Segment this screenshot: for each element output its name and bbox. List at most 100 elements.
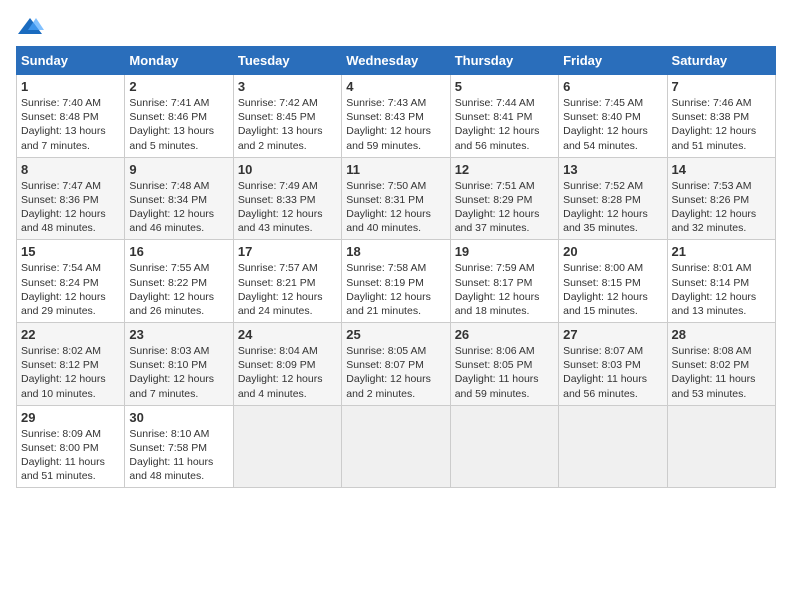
cell-info: Sunrise: 7:46 AMSunset: 8:38 PMDaylight:… — [672, 97, 757, 152]
day-number: 26 — [455, 327, 554, 342]
col-header-thursday: Thursday — [450, 47, 558, 75]
calendar-cell: 11 Sunrise: 7:50 AMSunset: 8:31 PMDaylig… — [342, 157, 450, 240]
day-number: 17 — [238, 244, 337, 259]
day-number: 16 — [129, 244, 228, 259]
cell-info: Sunrise: 7:40 AMSunset: 8:48 PMDaylight:… — [21, 97, 106, 152]
cell-info: Sunrise: 8:08 AMSunset: 8:02 PMDaylight:… — [672, 345, 756, 400]
calendar-cell — [342, 405, 450, 488]
cell-info: Sunrise: 7:57 AMSunset: 8:21 PMDaylight:… — [238, 262, 323, 317]
day-number: 22 — [21, 327, 120, 342]
cell-info: Sunrise: 7:50 AMSunset: 8:31 PMDaylight:… — [346, 180, 431, 235]
day-number: 11 — [346, 162, 445, 177]
day-number: 10 — [238, 162, 337, 177]
cell-info: Sunrise: 7:44 AMSunset: 8:41 PMDaylight:… — [455, 97, 540, 152]
calendar-week-4: 22 Sunrise: 8:02 AMSunset: 8:12 PMDaylig… — [17, 323, 776, 406]
cell-info: Sunrise: 7:49 AMSunset: 8:33 PMDaylight:… — [238, 180, 323, 235]
cell-info: Sunrise: 8:09 AMSunset: 8:00 PMDaylight:… — [21, 428, 105, 483]
day-number: 15 — [21, 244, 120, 259]
day-number: 18 — [346, 244, 445, 259]
cell-info: Sunrise: 8:07 AMSunset: 8:03 PMDaylight:… — [563, 345, 647, 400]
cell-info: Sunrise: 8:06 AMSunset: 8:05 PMDaylight:… — [455, 345, 539, 400]
day-number: 14 — [672, 162, 771, 177]
calendar-cell: 26 Sunrise: 8:06 AMSunset: 8:05 PMDaylig… — [450, 323, 558, 406]
calendar-cell: 4 Sunrise: 7:43 AMSunset: 8:43 PMDayligh… — [342, 75, 450, 158]
col-header-friday: Friday — [559, 47, 667, 75]
day-number: 7 — [672, 79, 771, 94]
day-number: 20 — [563, 244, 662, 259]
calendar-week-1: 1 Sunrise: 7:40 AMSunset: 8:48 PMDayligh… — [17, 75, 776, 158]
calendar-cell: 2 Sunrise: 7:41 AMSunset: 8:46 PMDayligh… — [125, 75, 233, 158]
calendar-cell: 18 Sunrise: 7:58 AMSunset: 8:19 PMDaylig… — [342, 240, 450, 323]
day-number: 19 — [455, 244, 554, 259]
col-header-monday: Monday — [125, 47, 233, 75]
cell-info: Sunrise: 8:10 AMSunset: 7:58 PMDaylight:… — [129, 428, 213, 483]
cell-info: Sunrise: 7:48 AMSunset: 8:34 PMDaylight:… — [129, 180, 214, 235]
calendar-cell: 27 Sunrise: 8:07 AMSunset: 8:03 PMDaylig… — [559, 323, 667, 406]
calendar-cell: 1 Sunrise: 7:40 AMSunset: 8:48 PMDayligh… — [17, 75, 125, 158]
day-number: 5 — [455, 79, 554, 94]
cell-info: Sunrise: 8:05 AMSunset: 8:07 PMDaylight:… — [346, 345, 431, 400]
calendar-week-5: 29 Sunrise: 8:09 AMSunset: 8:00 PMDaylig… — [17, 405, 776, 488]
col-header-wednesday: Wednesday — [342, 47, 450, 75]
calendar-cell: 10 Sunrise: 7:49 AMSunset: 8:33 PMDaylig… — [233, 157, 341, 240]
calendar-cell: 19 Sunrise: 7:59 AMSunset: 8:17 PMDaylig… — [450, 240, 558, 323]
calendar-cell — [450, 405, 558, 488]
cell-info: Sunrise: 7:53 AMSunset: 8:26 PMDaylight:… — [672, 180, 757, 235]
logo-icon — [16, 16, 44, 38]
cell-info: Sunrise: 7:47 AMSunset: 8:36 PMDaylight:… — [21, 180, 106, 235]
calendar-week-3: 15 Sunrise: 7:54 AMSunset: 8:24 PMDaylig… — [17, 240, 776, 323]
day-number: 12 — [455, 162, 554, 177]
cell-info: Sunrise: 8:01 AMSunset: 8:14 PMDaylight:… — [672, 262, 757, 317]
col-header-sunday: Sunday — [17, 47, 125, 75]
cell-info: Sunrise: 7:42 AMSunset: 8:45 PMDaylight:… — [238, 97, 323, 152]
cell-info: Sunrise: 8:02 AMSunset: 8:12 PMDaylight:… — [21, 345, 106, 400]
cell-info: Sunrise: 8:00 AMSunset: 8:15 PMDaylight:… — [563, 262, 648, 317]
calendar-cell: 23 Sunrise: 8:03 AMSunset: 8:10 PMDaylig… — [125, 323, 233, 406]
day-number: 28 — [672, 327, 771, 342]
cell-info: Sunrise: 7:51 AMSunset: 8:29 PMDaylight:… — [455, 180, 540, 235]
calendar-cell — [233, 405, 341, 488]
calendar-cell: 16 Sunrise: 7:55 AMSunset: 8:22 PMDaylig… — [125, 240, 233, 323]
calendar-cell: 28 Sunrise: 8:08 AMSunset: 8:02 PMDaylig… — [667, 323, 775, 406]
day-number: 24 — [238, 327, 337, 342]
cell-info: Sunrise: 7:43 AMSunset: 8:43 PMDaylight:… — [346, 97, 431, 152]
calendar-cell: 13 Sunrise: 7:52 AMSunset: 8:28 PMDaylig… — [559, 157, 667, 240]
calendar-cell: 7 Sunrise: 7:46 AMSunset: 8:38 PMDayligh… — [667, 75, 775, 158]
day-number: 29 — [21, 410, 120, 425]
calendar-cell: 30 Sunrise: 8:10 AMSunset: 7:58 PMDaylig… — [125, 405, 233, 488]
cell-info: Sunrise: 7:59 AMSunset: 8:17 PMDaylight:… — [455, 262, 540, 317]
calendar-cell: 6 Sunrise: 7:45 AMSunset: 8:40 PMDayligh… — [559, 75, 667, 158]
calendar-cell: 25 Sunrise: 8:05 AMSunset: 8:07 PMDaylig… — [342, 323, 450, 406]
day-number: 3 — [238, 79, 337, 94]
calendar-cell: 12 Sunrise: 7:51 AMSunset: 8:29 PMDaylig… — [450, 157, 558, 240]
day-number: 2 — [129, 79, 228, 94]
calendar-cell: 17 Sunrise: 7:57 AMSunset: 8:21 PMDaylig… — [233, 240, 341, 323]
cell-info: Sunrise: 8:03 AMSunset: 8:10 PMDaylight:… — [129, 345, 214, 400]
day-number: 9 — [129, 162, 228, 177]
cell-info: Sunrise: 7:45 AMSunset: 8:40 PMDaylight:… — [563, 97, 648, 152]
calendar-cell: 22 Sunrise: 8:02 AMSunset: 8:12 PMDaylig… — [17, 323, 125, 406]
day-number: 25 — [346, 327, 445, 342]
day-number: 1 — [21, 79, 120, 94]
page-header — [16, 16, 776, 38]
day-number: 30 — [129, 410, 228, 425]
calendar-table: SundayMondayTuesdayWednesdayThursdayFrid… — [16, 46, 776, 488]
calendar-cell: 9 Sunrise: 7:48 AMSunset: 8:34 PMDayligh… — [125, 157, 233, 240]
calendar-cell: 20 Sunrise: 8:00 AMSunset: 8:15 PMDaylig… — [559, 240, 667, 323]
day-number: 27 — [563, 327, 662, 342]
col-header-tuesday: Tuesday — [233, 47, 341, 75]
cell-info: Sunrise: 7:55 AMSunset: 8:22 PMDaylight:… — [129, 262, 214, 317]
cell-info: Sunrise: 7:54 AMSunset: 8:24 PMDaylight:… — [21, 262, 106, 317]
calendar-cell: 5 Sunrise: 7:44 AMSunset: 8:41 PMDayligh… — [450, 75, 558, 158]
calendar-cell — [667, 405, 775, 488]
col-header-saturday: Saturday — [667, 47, 775, 75]
cell-info: Sunrise: 8:04 AMSunset: 8:09 PMDaylight:… — [238, 345, 323, 400]
calendar-cell: 24 Sunrise: 8:04 AMSunset: 8:09 PMDaylig… — [233, 323, 341, 406]
calendar-cell: 3 Sunrise: 7:42 AMSunset: 8:45 PMDayligh… — [233, 75, 341, 158]
calendar-cell: 14 Sunrise: 7:53 AMSunset: 8:26 PMDaylig… — [667, 157, 775, 240]
day-number: 21 — [672, 244, 771, 259]
calendar-cell: 8 Sunrise: 7:47 AMSunset: 8:36 PMDayligh… — [17, 157, 125, 240]
calendar-cell: 15 Sunrise: 7:54 AMSunset: 8:24 PMDaylig… — [17, 240, 125, 323]
day-number: 4 — [346, 79, 445, 94]
cell-info: Sunrise: 7:58 AMSunset: 8:19 PMDaylight:… — [346, 262, 431, 317]
